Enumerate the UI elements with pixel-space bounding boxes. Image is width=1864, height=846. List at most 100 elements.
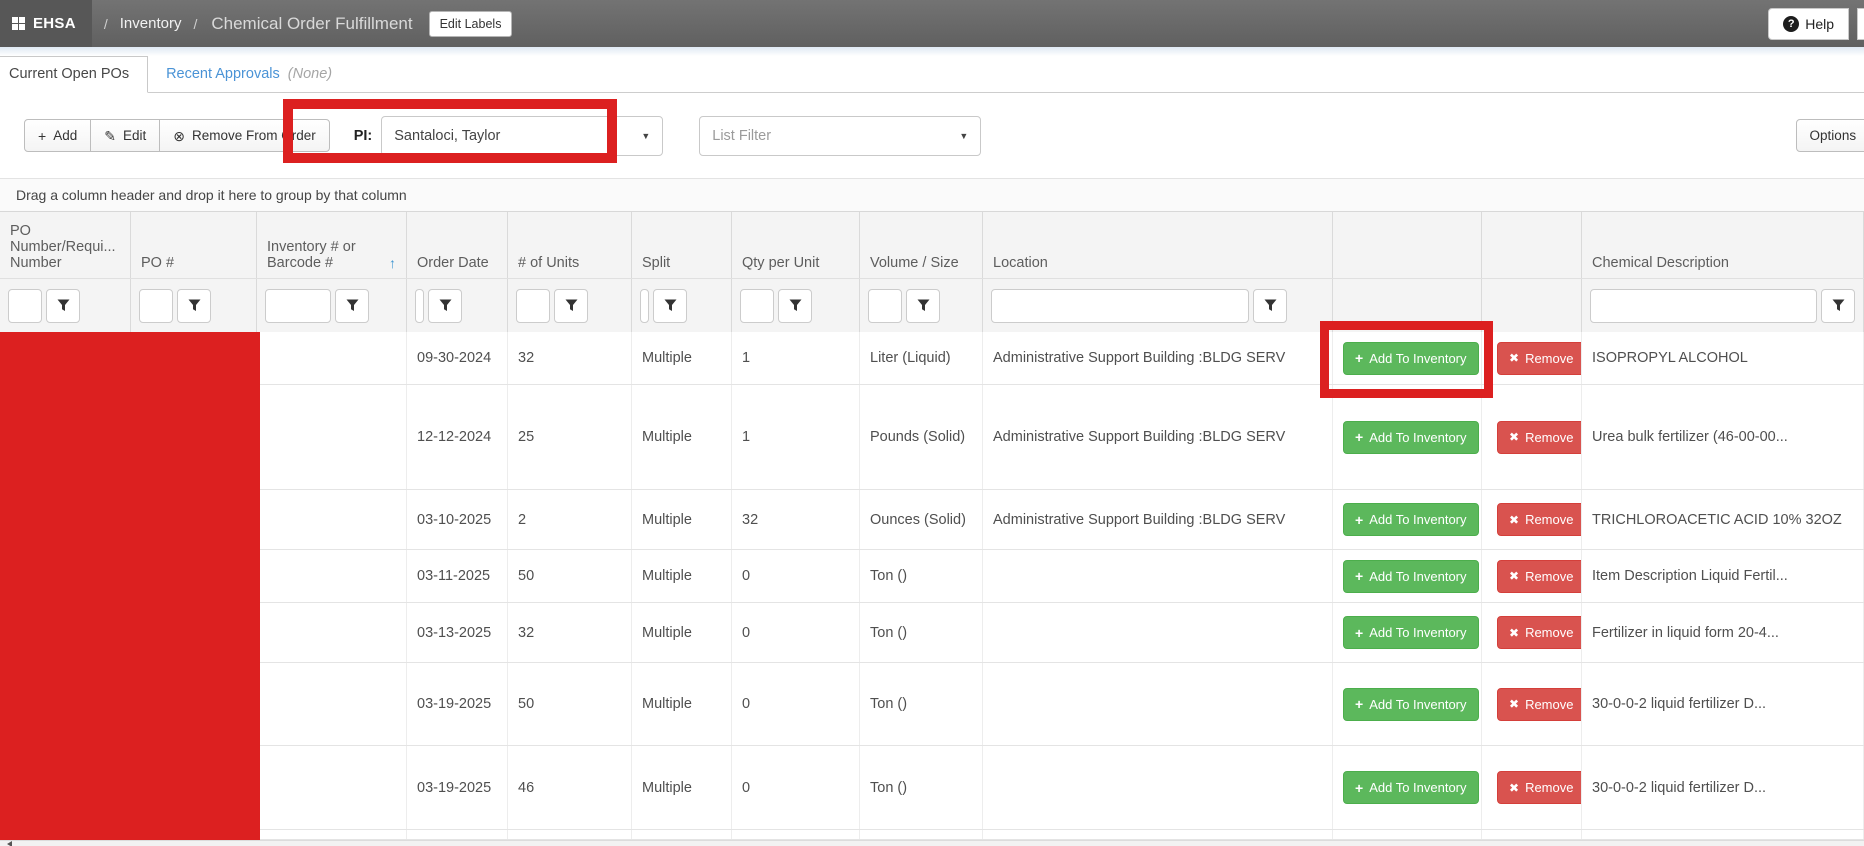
filter-input-volume-size[interactable] <box>868 289 902 323</box>
add-to-inventory-button[interactable]: +Add To Inventory <box>1343 342 1479 375</box>
column-header-qty-per-unit[interactable]: Qty per Unit <box>732 212 860 278</box>
cell-qty-per-unit: 32 <box>732 490 860 549</box>
scroll-left-arrow-icon[interactable] <box>7 841 12 846</box>
funnel-icon[interactable] <box>653 289 687 323</box>
horizontal-scrollbar[interactable] <box>0 840 1864 846</box>
funnel-icon[interactable] <box>46 289 80 323</box>
funnel-icon[interactable] <box>335 289 369 323</box>
add-to-inventory-button[interactable]: +Add To Inventory <box>1343 421 1479 454</box>
remove-button[interactable]: ✖Remove <box>1497 616 1582 649</box>
cell-qty-per-unit: 0 <box>732 746 860 829</box>
remove-from-order-button[interactable]: ⊗ Remove From Order <box>159 119 330 152</box>
plus-icon: + <box>1355 697 1363 711</box>
funnel-icon[interactable] <box>554 289 588 323</box>
column-header-chemical-description[interactable]: Chemical Description <box>1582 212 1864 278</box>
filter-input-qty-per-unit[interactable] <box>740 289 774 323</box>
tab-current-open-pos[interactable]: Current Open POs <box>0 56 148 93</box>
filter-input-po-requisition[interactable] <box>8 289 42 323</box>
funnel-icon[interactable] <box>1253 289 1287 323</box>
add-button[interactable]: + Add <box>24 119 91 152</box>
filter-input-po[interactable] <box>139 289 173 323</box>
x-icon: ✖ <box>1509 570 1519 582</box>
remove-button[interactable]: ✖ Remove <box>1497 560 1582 593</box>
cell-qty-per-unit: 1 <box>732 332 860 384</box>
funnel-icon[interactable] <box>428 289 462 323</box>
remove-label: Remove <box>1525 569 1573 584</box>
add-to-inventory-label: Add To Inventory <box>1369 780 1466 795</box>
app-name: EHSA <box>33 15 76 32</box>
pi-dropdown[interactable]: Santaloci, Taylor ▼ <box>381 116 663 156</box>
cell-split: Multiple <box>632 490 732 549</box>
x-icon: ✖ <box>1509 514 1519 526</box>
list-filter-placeholder: List Filter <box>712 128 771 144</box>
grid-icon <box>12 17 25 30</box>
cell-order-date: 12-12-2024 <box>407 385 508 489</box>
cell-location <box>983 550 1333 602</box>
app-logo[interactable]: EHSA <box>0 0 92 47</box>
cell-units: 25 <box>508 385 632 489</box>
cell-location: Administrative Support Building :BLDG SE… <box>983 490 1333 549</box>
list-filter-dropdown[interactable]: List Filter ▼ <box>699 116 981 156</box>
remove-button[interactable]: ✖Remove <box>1497 503 1582 536</box>
funnel-icon[interactable] <box>778 289 812 323</box>
plus-icon: + <box>1355 569 1363 583</box>
funnel-icon[interactable] <box>1821 289 1855 323</box>
table-row: 03-19-2025 50 Multiple 0 Ton () +Add To … <box>0 663 1864 746</box>
cell-chemical-description: 30-0-0-2 liquid fertilizer D... <box>1582 663 1864 745</box>
cell-split: Multiple <box>632 550 732 602</box>
cell-volume-size: Ton () <box>860 550 983 602</box>
plus-icon: + <box>1355 781 1363 795</box>
orders-table: PO Number/Requi... Number PO # Inventory… <box>0 212 1864 840</box>
table-row: 03-19-2025 46 Multiple 0 Ton () +Add To … <box>0 746 1864 830</box>
column-header-po-requisition[interactable]: PO Number/Requi... Number <box>0 212 131 278</box>
filter-input-order-date[interactable] <box>415 289 424 323</box>
column-header-split[interactable]: Split <box>632 212 732 278</box>
cell-order-date: 09-30-2024 <box>407 332 508 384</box>
filter-input-split[interactable] <box>640 289 649 323</box>
column-header-order-date[interactable]: Order Date <box>407 212 508 278</box>
table-row: 03-13-2025 32 Multiple 0 Ton () +Add To … <box>0 603 1864 663</box>
column-header-inventory-barcode[interactable]: Inventory # or Barcode # ↑ <box>257 212 407 278</box>
edit-button[interactable]: ✎ Edit <box>90 119 160 152</box>
group-by-drop-zone[interactable]: Drag a column header and drop it here to… <box>0 178 1864 212</box>
remove-label: Remove <box>1525 351 1573 366</box>
remove-button[interactable]: ✖Remove <box>1497 342 1582 375</box>
options-button[interactable]: Options ▼ <box>1796 119 1864 152</box>
tab-recent-approvals[interactable]: Recent Approvals (None) <box>148 57 350 92</box>
edit-labels-button[interactable]: Edit Labels <box>429 11 513 37</box>
column-header-units[interactable]: # of Units <box>508 212 632 278</box>
app-window: EHSA / Inventory / Chemical Order Fulfil… <box>0 0 1864 846</box>
add-to-inventory-label: Add To Inventory <box>1369 512 1466 527</box>
filter-input-inventory-barcode[interactable] <box>265 289 331 323</box>
add-to-inventory-button[interactable]: +Add To Inventory <box>1343 560 1479 593</box>
cell-qty-per-unit: 1 <box>732 385 860 489</box>
funnel-icon[interactable] <box>906 289 940 323</box>
help-circle-icon: ? <box>1783 16 1799 32</box>
filter-input-location[interactable] <box>991 289 1249 323</box>
remove-button[interactable]: ✖Remove <box>1497 421 1582 454</box>
remove-button[interactable]: ✖Remove <box>1497 688 1582 721</box>
cell-chemical-description: ISOPROPYL ALCOHOL <box>1582 332 1864 384</box>
filter-input-units[interactable] <box>516 289 550 323</box>
add-to-inventory-button[interactable]: + Add To Inventory <box>1343 688 1479 721</box>
cut-off-button[interactable] <box>1857 8 1864 40</box>
plus-icon: + <box>1355 513 1363 527</box>
x-icon: ✖ <box>1509 431 1519 443</box>
add-to-inventory-button[interactable]: + Add To Inventory <box>1343 771 1479 804</box>
help-button[interactable]: ? Help <box>1768 8 1849 40</box>
table-row: 03-11-2025 50 Multiple 0 Ton () +Add To … <box>0 550 1864 603</box>
cell-units: 32 <box>508 603 632 662</box>
breadcrumb-inventory[interactable]: Inventory <box>120 15 182 32</box>
add-to-inventory-label: Add To Inventory <box>1369 697 1466 712</box>
column-header-volume-size[interactable]: Volume / Size <box>860 212 983 278</box>
column-header-po[interactable]: PO # <box>131 212 257 278</box>
table-row-partial <box>0 830 1864 840</box>
add-to-inventory-button[interactable]: +Add To Inventory <box>1343 616 1479 649</box>
cell-chemical-description: Fertilizer in liquid form 20-4... <box>1582 603 1864 662</box>
add-to-inventory-button[interactable]: + Add To Inventory <box>1343 503 1479 536</box>
funnel-icon[interactable] <box>177 289 211 323</box>
column-header-location[interactable]: Location <box>983 212 1333 278</box>
remove-button[interactable]: ✖Remove <box>1497 771 1582 804</box>
filter-input-chemical-description[interactable] <box>1590 289 1817 323</box>
sort-up-icon: ↑ <box>389 255 396 271</box>
